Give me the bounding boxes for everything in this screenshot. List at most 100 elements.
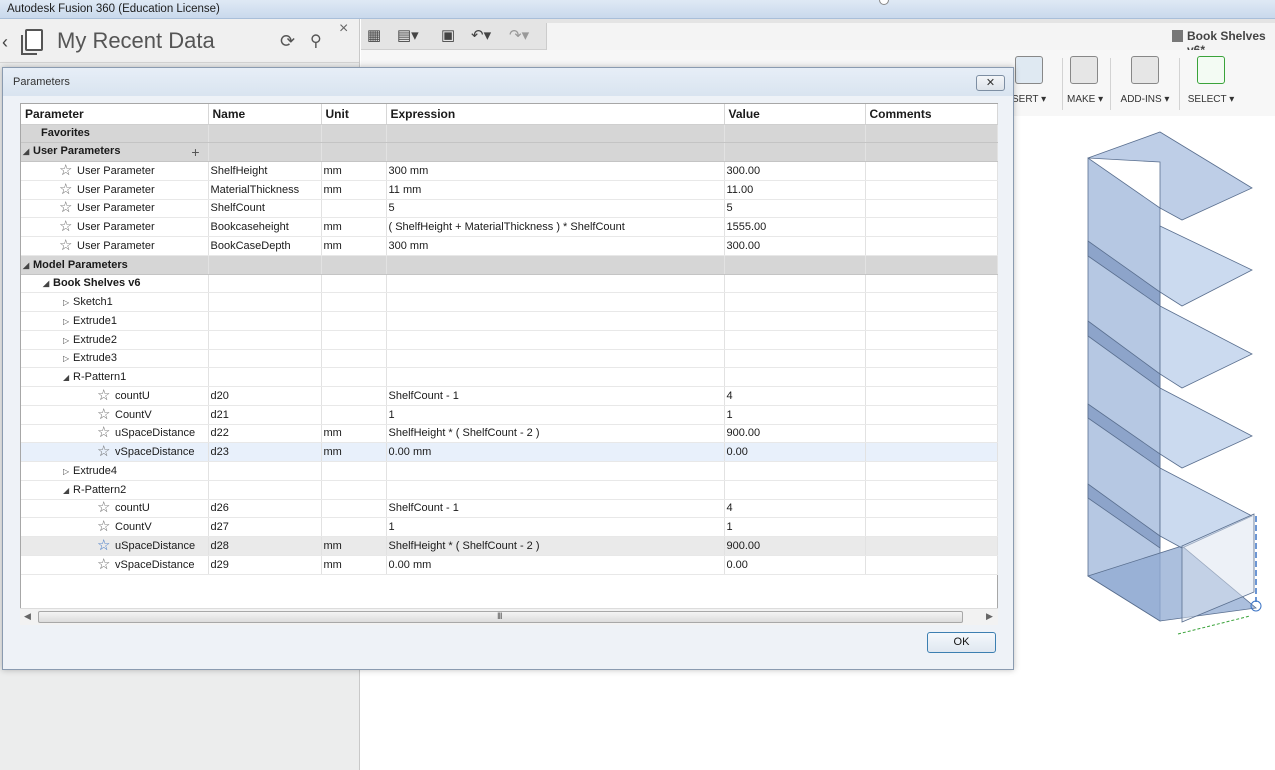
name-cell[interactable]: d21 — [208, 405, 322, 425]
expression-cell[interactable]: ShelfHeight * ( ShelfCount - 2 ) — [386, 424, 725, 444]
expression-cell[interactable]: 11 mm — [386, 180, 725, 200]
column-header-value[interactable]: Value — [724, 104, 866, 125]
unit-cell[interactable]: mm — [321, 236, 387, 256]
expression-cell[interactable]: 5 — [386, 199, 725, 219]
scroll-right-arrow-icon[interactable]: ▶ — [986, 611, 993, 622]
comments-cell[interactable] — [865, 386, 998, 406]
expression-cell[interactable]: 0.00 mm — [386, 555, 725, 575]
favorite-star-icon[interactable]: ☆ — [59, 238, 77, 253]
search-icon[interactable]: ⚲ — [310, 31, 322, 51]
table-row[interactable]: ☆ uSpaceDistance d22 mm ShelfHeight * ( S… — [21, 424, 998, 444]
table-row[interactable]: ☆ countU d26 ShelfCount - 1 4 — [21, 499, 998, 519]
name-cell[interactable]: d29 — [208, 555, 322, 575]
table-row[interactable]: ☆ CountV d27 1 1 — [21, 517, 998, 537]
comments-cell[interactable] — [865, 499, 998, 519]
table-row-hover[interactable]: ☆ vSpaceDistance d23 mm 0.00 mm 0.00 — [21, 442, 998, 462]
comments-cell[interactable] — [865, 161, 998, 181]
expand-icon[interactable]: ▷ — [63, 336, 73, 345]
column-header-name[interactable]: Name — [208, 104, 322, 125]
insert-group[interactable]: SERT ▾ — [1012, 56, 1046, 105]
add-ins-group[interactable]: ADD-INS ▾ — [1120, 56, 1170, 105]
expression-cell[interactable]: 1 — [386, 517, 725, 537]
collapse-icon[interactable]: ◢ — [23, 261, 33, 270]
feature-row[interactable]: ▷ Extrude1 — [21, 311, 998, 331]
comments-cell[interactable] — [865, 424, 998, 444]
expression-cell[interactable]: ShelfCount - 1 — [386, 386, 725, 406]
select-group[interactable]: SELECT ▾ — [1187, 56, 1235, 105]
feature-row[interactable]: ▷ Extrude2 — [21, 330, 998, 350]
file-icon[interactable]: ▤▾ — [397, 26, 419, 44]
comments-cell[interactable] — [865, 217, 998, 237]
table-row[interactable]: ☆ vSpaceDistance d29 mm 0.00 mm 0.00 — [21, 555, 998, 575]
save-icon[interactable]: ▣ — [441, 26, 455, 44]
name-cell[interactable]: d27 — [208, 517, 322, 537]
feature-row[interactable]: ◢ R-Pattern2 — [21, 480, 998, 500]
name-cell[interactable]: d28 — [208, 536, 322, 556]
favorite-star-icon[interactable]: ☆ — [97, 425, 115, 440]
user-parameters-group-row[interactable]: ◢ User Parameters + — [21, 142, 998, 162]
favorite-star-icon[interactable]: ☆ — [59, 163, 77, 178]
table-row[interactable]: ☆ User Parameter ShelfHeight mm 300 mm 30… — [21, 161, 998, 181]
back-icon[interactable]: ‹ — [2, 32, 8, 53]
comments-cell[interactable] — [865, 236, 998, 256]
name-cell[interactable]: d23 — [208, 442, 322, 462]
favorites-group-row[interactable]: Favorites — [21, 124, 998, 144]
unit-cell[interactable]: mm — [321, 217, 387, 237]
table-row[interactable]: ☆ CountV d21 1 1 — [21, 405, 998, 425]
feature-row[interactable]: ◢ R-Pattern1 — [21, 367, 998, 387]
name-cell[interactable]: ShelfCount — [208, 199, 322, 219]
scroll-left-arrow-icon[interactable]: ◀ — [24, 611, 31, 622]
feature-row[interactable]: ▷ Extrude3 — [21, 349, 998, 369]
close-icon[interactable]: × — [339, 20, 348, 38]
name-cell[interactable]: d26 — [208, 499, 322, 519]
expression-cell[interactable]: 1 — [386, 405, 725, 425]
column-header-unit[interactable]: Unit — [321, 104, 387, 125]
collapse-icon[interactable]: ◢ — [63, 486, 73, 495]
dialog-close-button[interactable]: ✕ — [976, 75, 1005, 91]
table-row[interactable]: ☆ User Parameter ShelfCount 5 5 — [21, 199, 998, 219]
favorite-star-icon[interactable]: ☆ — [59, 200, 77, 215]
favorite-star-icon[interactable]: ☆ — [97, 538, 115, 553]
add-parameter-icon[interactable]: + — [191, 145, 199, 159]
column-header-parameter[interactable]: Parameter — [21, 104, 209, 125]
expression-cell[interactable]: ShelfCount - 1 — [386, 499, 725, 519]
favorite-star-icon[interactable]: ☆ — [97, 407, 115, 422]
feature-row[interactable]: ▷ Extrude4 — [21, 461, 998, 481]
comments-cell[interactable] — [865, 405, 998, 425]
name-cell[interactable]: Bookcaseheight — [208, 217, 322, 237]
collapse-icon[interactable]: ◢ — [43, 279, 53, 288]
ok-button[interactable]: OK — [927, 632, 996, 653]
column-header-comments[interactable]: Comments — [865, 104, 998, 125]
favorite-star-icon[interactable]: ☆ — [97, 557, 115, 572]
component-row[interactable]: ◢ Book Shelves v6 — [21, 274, 998, 294]
undo-icon[interactable]: ↶▾ — [471, 26, 491, 44]
expression-cell[interactable]: 300 mm — [386, 161, 725, 181]
favorite-star-icon[interactable]: ☆ — [97, 444, 115, 459]
comments-cell[interactable] — [865, 536, 998, 556]
expand-icon[interactable]: ▷ — [63, 298, 73, 307]
comments-cell[interactable] — [865, 180, 998, 200]
table-row[interactable]: ☆ countU d20 ShelfCount - 1 4 — [21, 386, 998, 406]
redo-icon[interactable]: ↷▾ — [509, 26, 529, 44]
scrollbar-thumb[interactable]: III — [38, 611, 963, 623]
refresh-icon[interactable]: ⟳ — [280, 31, 295, 52]
expression-cell[interactable]: 300 mm — [386, 236, 725, 256]
name-cell[interactable]: BookCaseDepth — [208, 236, 322, 256]
unit-cell[interactable] — [321, 199, 387, 219]
table-row[interactable]: ☆ User Parameter MaterialThickness mm 11 … — [21, 180, 998, 200]
column-header-expression[interactable]: Expression — [386, 104, 725, 125]
expand-icon[interactable]: ▷ — [63, 354, 73, 363]
name-cell[interactable]: ShelfHeight — [208, 161, 322, 181]
grid-icon[interactable]: ▦ — [367, 26, 381, 44]
feature-row[interactable]: ▷ Sketch1 — [21, 292, 998, 312]
favorite-star-icon[interactable]: ☆ — [59, 219, 77, 234]
table-row-selected[interactable]: ☆ uSpaceDistance d28 mm ShelfHeight * ( S… — [21, 536, 998, 556]
unit-cell[interactable]: mm — [321, 161, 387, 181]
expression-cell[interactable]: ShelfHeight * ( ShelfCount - 2 ) — [386, 536, 725, 556]
horizontal-scrollbar[interactable]: ◀ III ▶ — [20, 608, 998, 625]
name-cell[interactable]: d22 — [208, 424, 322, 444]
model-parameters-group-row[interactable]: ◢ Model Parameters — [21, 255, 998, 275]
document-tab[interactable]: Book Shelves v6* — [546, 23, 1275, 57]
unit-cell[interactable]: mm — [321, 180, 387, 200]
collapse-icon[interactable]: ◢ — [23, 147, 33, 156]
